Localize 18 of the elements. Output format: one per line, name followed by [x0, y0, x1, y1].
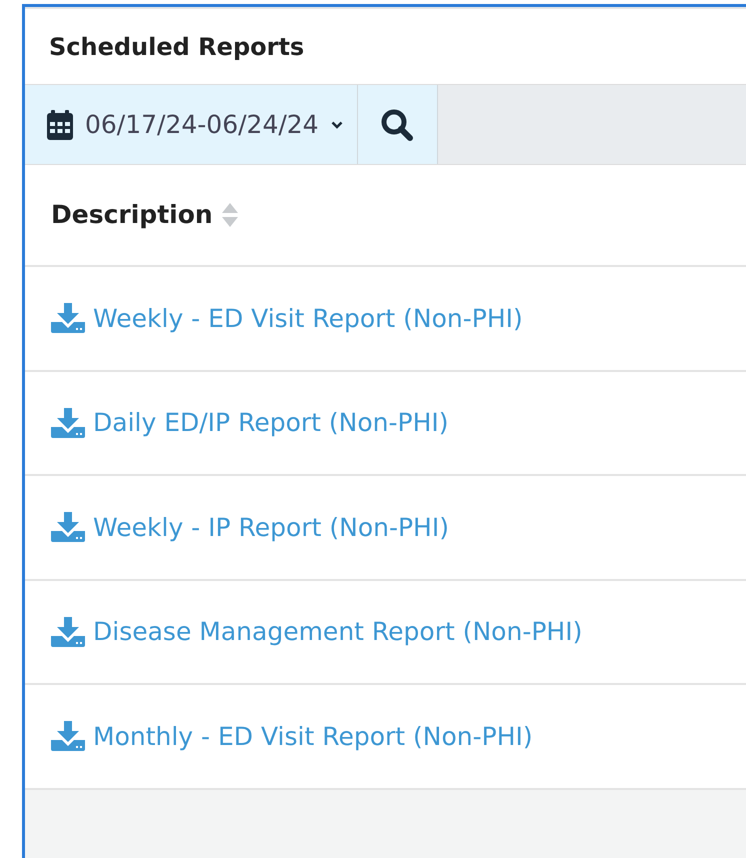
- report-link[interactable]: Weekly - ED Visit Report (Non-PHI): [93, 300, 523, 337]
- sort-icon[interactable]: [220, 202, 239, 228]
- download-icon[interactable]: [51, 408, 85, 438]
- calendar-icon: [47, 110, 73, 140]
- download-icon[interactable]: [51, 303, 85, 334]
- report-link[interactable]: Weekly - IP Report (Non-PHI): [93, 508, 449, 546]
- download-icon[interactable]: [51, 616, 85, 647]
- caret-icon: [330, 120, 343, 128]
- panel-title: Scheduled Reports: [49, 32, 304, 62]
- search-icon: [380, 108, 414, 142]
- download-icon[interactable]: [51, 721, 85, 752]
- report-link[interactable]: Disease Management Report (Non-PHI): [93, 613, 582, 650]
- column-header[interactable]: Description: [51, 196, 213, 234]
- report-link[interactable]: Monthly - ED Visit Report (Non-PHI): [93, 718, 533, 755]
- download-icon[interactable]: [51, 512, 85, 542]
- search-button[interactable]: [358, 85, 438, 164]
- report-link[interactable]: Daily ED/IP Report (Non-PHI): [93, 404, 449, 442]
- date-range-dropdown[interactable]: 06/17/24-06/24/24: [25, 85, 358, 164]
